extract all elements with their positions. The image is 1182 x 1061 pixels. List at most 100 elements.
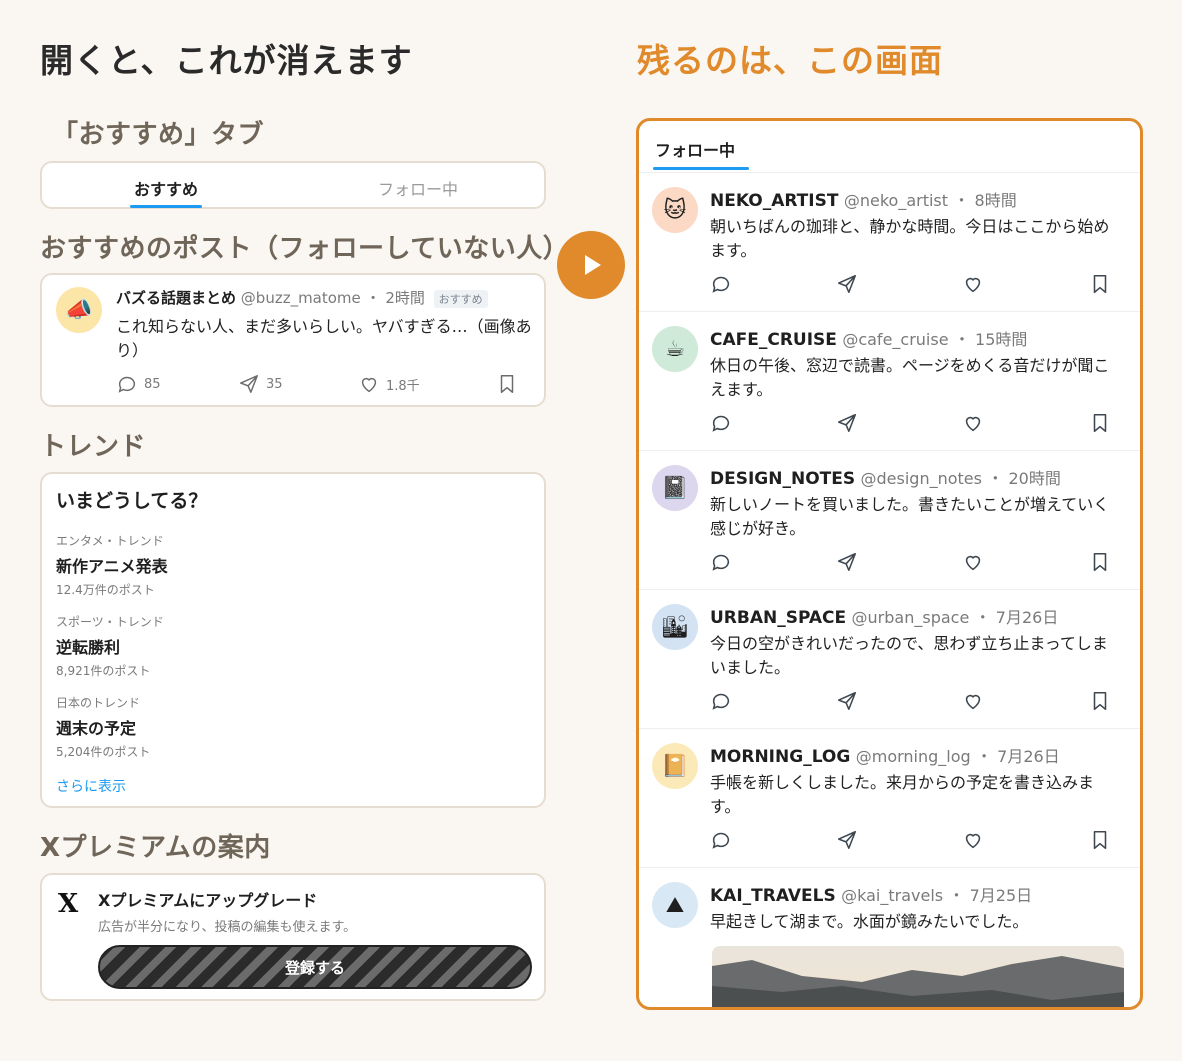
post-text: これ知らない人、まだ多いらしい。ヤバすぎる…（画像あり） — [116, 317, 532, 360]
trend-name: 逆転勝利 — [56, 638, 121, 657]
trend-item[interactable]: スポーツ・トレンド 逆転勝利 8,921件のポスト — [56, 613, 164, 679]
trend-category: 日本のトレンド — [56, 696, 141, 710]
post-time: ・ 7月26日 — [974, 608, 1059, 627]
trend-item[interactable]: 日本のトレンド 週末の予定 5,204件のポスト — [56, 694, 150, 760]
author-name[interactable]: CAFE_CRUISE — [710, 330, 837, 350]
avatar[interactable]: 📓 — [652, 465, 698, 511]
trends-card: いまどうしてる？ エンタメ・トレンド 新作アニメ発表 12.4万件のポスト スポ… — [40, 472, 546, 808]
premium-subtitle: 広告が半分になり、投稿の編集も使えます。 — [98, 920, 357, 935]
post-actions — [710, 829, 1122, 853]
post-header: URBAN_SPACE @urban_space ・ 7月26日 — [710, 604, 1058, 628]
author-handle[interactable]: @kai_travels — [841, 886, 943, 905]
section-title-tabs: 「おすすめ」タブ — [52, 120, 265, 150]
section-title-recommended: おすすめのポスト（フォローしていない人） — [40, 234, 570, 264]
trend-category: エンタメ・トレンド — [56, 534, 164, 548]
post-text: 休日の午後、窓辺で読書。ページをめくる音だけが聞こえます。 — [710, 356, 1110, 399]
post-text: 朝いちばんの珈琲と、静かな時間。今日はここから始めます。 — [710, 217, 1110, 260]
avatar[interactable]: 🐱 — [652, 187, 698, 233]
post-header: バズる話題まとめ @buzz_matome ・ 2時間 おすすめ — [116, 287, 488, 308]
x-logo-icon: X — [58, 889, 79, 919]
send-icon — [240, 375, 258, 393]
tab-recommended[interactable]: おすすめ — [134, 176, 198, 200]
author-name[interactable]: バズる話題まとめ — [116, 289, 236, 307]
timeline-post[interactable]: 📔 MORNING_LOG @morning_log ・ 7月26日 手帳を新し… — [639, 729, 1140, 868]
post-actions: 85 35 1.8千 — [116, 373, 518, 397]
bookmark-button[interactable] — [496, 373, 518, 395]
author-handle[interactable]: @cafe_cruise — [842, 330, 948, 349]
tab-active-underline — [130, 205, 202, 208]
page-heading-left: 開くと、これが消えます — [40, 41, 413, 80]
trend-category: スポーツ・トレンド — [56, 615, 164, 629]
like-button[interactable]: 1.8千 — [358, 373, 420, 395]
like-count: 1.8千 — [386, 378, 420, 394]
section-title-trends: トレンド — [40, 432, 147, 462]
megaphone-icon: 📣 — [56, 287, 102, 333]
author-name[interactable]: MORNING_LOG — [710, 747, 850, 767]
post-actions — [710, 551, 1122, 575]
author-name[interactable]: URBAN_SPACE — [710, 608, 846, 628]
author-handle[interactable]: @neko_artist — [844, 191, 948, 210]
post-time: ・ 7月26日 — [976, 747, 1060, 766]
avatar[interactable]: ⛰ — [652, 882, 698, 928]
reply-count: 85 — [144, 376, 161, 392]
recommended-badge: おすすめ — [433, 289, 488, 308]
tab-active-underline — [653, 167, 749, 170]
post-actions — [710, 273, 1122, 297]
post-header: DESIGN_NOTES @design_notes ・ 20時間 — [710, 465, 1061, 489]
subscribe-button[interactable]: 登録する — [98, 945, 532, 989]
section-title-premium: Xプレミアムの案内 — [40, 833, 271, 863]
tabs-card: おすすめ フォロー中 — [40, 161, 546, 209]
post-time: ・ 15時間 — [953, 330, 1028, 349]
share-count: 35 — [266, 376, 283, 392]
timeline-post[interactable]: 📓 DESIGN_NOTES @design_notes ・ 20時間 新しいノ… — [639, 451, 1140, 590]
trends-card-title: いまどうしてる？ — [56, 490, 208, 512]
post-header: KAI_TRAVELS @kai_travels ・ 7月25日 — [710, 882, 1032, 906]
post-text: 手帳を新しくしました。来月からの予定を書き込みます。 — [710, 773, 1095, 816]
trend-count: 12.4万件のポスト — [56, 583, 155, 597]
post-header: NEKO_ARTIST @neko_artist ・ 8時間 — [710, 187, 1017, 211]
post-text: 今日の空がきれいだったので、思わず立ち止まってしまいました。 — [710, 634, 1108, 677]
author-handle[interactable]: @design_notes — [861, 469, 982, 488]
trend-count: 8,921件のポスト — [56, 664, 151, 678]
author-handle[interactable]: @buzz_matome — [241, 289, 361, 307]
post-text: 早起きして湖まで。水面が鏡みたいでした。 — [710, 912, 1029, 931]
following-timeline-panel: フォロー中 🐱 NEKO_ARTIST @neko_artist ・ 8時間 朝… — [636, 118, 1143, 1010]
heart-icon — [361, 377, 377, 393]
author-name[interactable]: NEKO_ARTIST — [710, 191, 838, 211]
avatar[interactable]: 🏙 — [652, 604, 698, 650]
recommended-post-card[interactable]: 📣 バズる話題まとめ @buzz_matome ・ 2時間 おすすめ これ知らな… — [40, 273, 546, 407]
author-name[interactable]: KAI_TRAVELS — [710, 886, 836, 906]
timeline-post[interactable]: 🐱 NEKO_ARTIST @neko_artist ・ 8時間 朝いちばんの珈… — [639, 173, 1140, 312]
tab-following[interactable]: フォロー中 — [378, 176, 458, 200]
share-button[interactable]: 35 — [238, 373, 283, 395]
author-handle[interactable]: @morning_log — [856, 747, 971, 766]
avatar[interactable]: ☕ — [652, 326, 698, 372]
reply-icon — [118, 376, 136, 393]
post-image-landscape[interactable] — [712, 946, 1124, 1007]
timeline-post[interactable]: ☕ CAFE_CRUISE @cafe_cruise ・ 15時間 休日の午後、… — [639, 312, 1140, 451]
trend-name: 週末の予定 — [56, 719, 137, 738]
post-header: CAFE_CRUISE @cafe_cruise ・ 15時間 — [710, 326, 1027, 350]
page-heading-right: 残るのは、この画面 — [637, 41, 943, 80]
reply-button[interactable]: 85 — [116, 373, 161, 395]
post-time: ・ 7月25日 — [948, 886, 1033, 905]
author-handle[interactable]: @urban_space — [852, 608, 970, 627]
timeline-post[interactable]: 🏙 URBAN_SPACE @urban_space ・ 7月26日 今日の空が… — [639, 590, 1140, 729]
post-time: ・ 2時間 — [365, 289, 425, 307]
post-time: ・ 20時間 — [987, 469, 1061, 488]
premium-card: X Xプレミアムにアップグレード 広告が半分になり、投稿の編集も使えます。 登録… — [40, 873, 546, 1001]
post-time: ・ 8時間 — [953, 191, 1017, 210]
post-actions — [710, 412, 1122, 436]
post-actions — [710, 690, 1122, 714]
post-text: 新しいノートを買いました。書きたいことが増えていく感じが好き。 — [710, 495, 1110, 538]
post-header: MORNING_LOG @morning_log ・ 7月26日 — [710, 743, 1060, 767]
trend-name: 新作アニメ発表 — [56, 557, 168, 576]
author-name[interactable]: DESIGN_NOTES — [710, 469, 855, 489]
avatar[interactable]: 📔 — [652, 743, 698, 789]
trend-item[interactable]: エンタメ・トレンド 新作アニメ発表 12.4万件のポスト — [56, 532, 168, 598]
bookmark-icon — [500, 375, 514, 393]
show-more-link[interactable]: さらに表示 — [56, 776, 126, 796]
trend-count: 5,204件のポスト — [56, 745, 151, 759]
tab-following-active[interactable]: フォロー中 — [655, 137, 735, 161]
play-arrow-icon — [557, 231, 625, 299]
